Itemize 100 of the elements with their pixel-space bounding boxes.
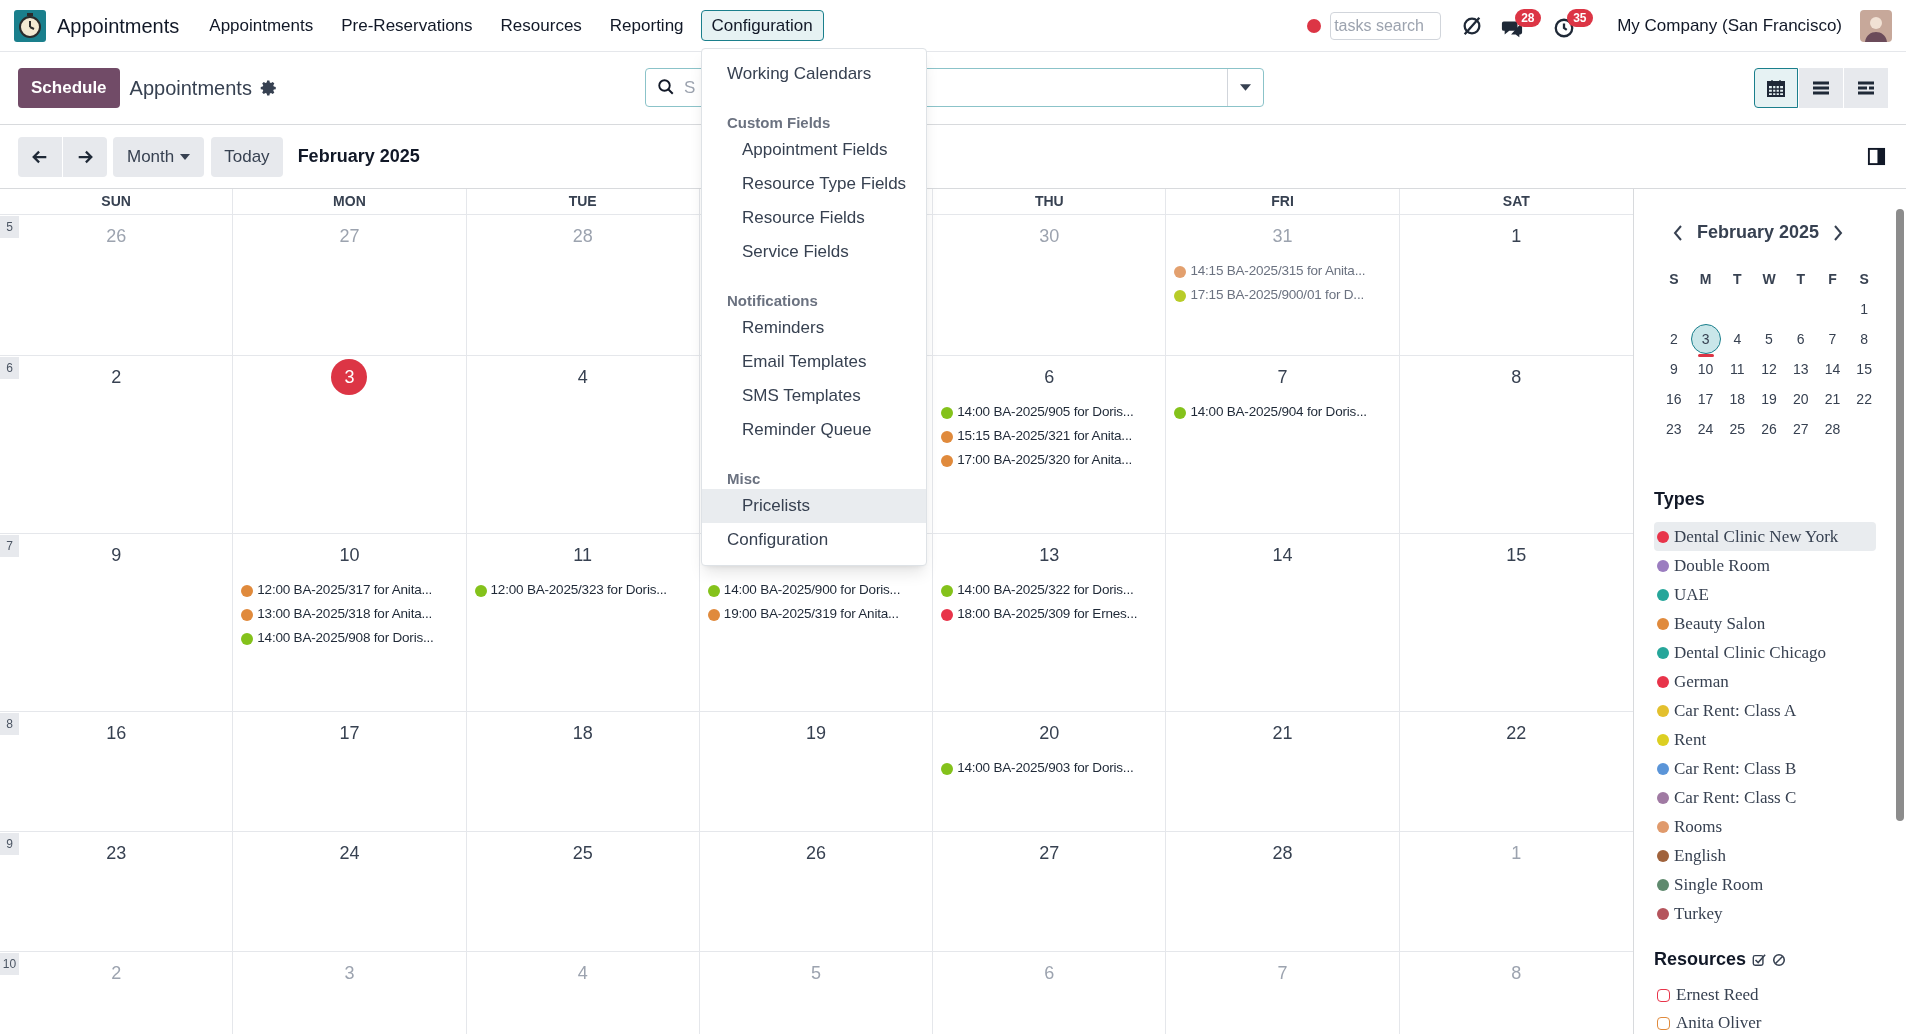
day-number[interactable]: 16 [106, 720, 127, 750]
day-number[interactable]: 24 [339, 840, 360, 870]
mini-calendar-day[interactable]: 3 [1690, 324, 1721, 354]
resource-filter[interactable]: Anita Oliver [1654, 1009, 1886, 1034]
day-number[interactable]: 28 [1272, 840, 1293, 870]
calendar-view-button[interactable] [1754, 68, 1798, 108]
month-dropdown[interactable]: Month [113, 136, 205, 177]
type-filter[interactable]: UAE [1654, 580, 1876, 609]
day-number[interactable]: 23 [106, 840, 127, 870]
mini-calendar-day[interactable]: 13 [1792, 358, 1809, 380]
mini-calendar-day[interactable]: 25 [1729, 418, 1746, 440]
clear-icon[interactable] [1772, 952, 1787, 967]
mini-calendar-day[interactable]: 12 [1761, 358, 1777, 380]
event-title[interactable]: 14:00 BA-2025/905 for Doris... [957, 402, 1134, 423]
day-number[interactable]: 6 [1044, 364, 1055, 394]
event-title[interactable]: 12:00 BA-2025/317 for Anita... [257, 580, 433, 601]
day-number[interactable]: 9 [111, 542, 122, 572]
today-button[interactable]: Today [211, 136, 283, 177]
avatar[interactable] [1860, 9, 1892, 42]
menu-item[interactable]: SMS Templates [702, 379, 926, 413]
checkbox[interactable] [1657, 988, 1670, 1002]
mini-calendar-day[interactable]: 21 [1824, 388, 1841, 410]
mini-calendar-day[interactable]: 2 [1669, 328, 1678, 350]
company-switcher[interactable]: My Company (San Francisco) [1617, 12, 1842, 39]
scrollbar[interactable] [1896, 209, 1904, 821]
day-number[interactable]: 4 [577, 364, 588, 394]
mini-calendar-day[interactable]: 1 [1860, 298, 1869, 320]
type-filter[interactable]: Dental Clinic Chicago [1654, 638, 1876, 667]
menu-item[interactable]: Pricelists [702, 489, 926, 523]
menu-item[interactable]: Reminder Queue [702, 413, 926, 447]
day-number[interactable]: 15 [1506, 542, 1527, 572]
checkbox[interactable] [1657, 1016, 1670, 1030]
menu-item[interactable]: Appointment Fields [702, 133, 926, 167]
event-title[interactable]: 17:15 BA-2025/900/01 for D... [1190, 285, 1364, 306]
mini-calendar-day[interactable]: 23 [1666, 418, 1682, 440]
type-filter[interactable]: Turkey [1654, 899, 1876, 928]
menu-item[interactable]: Resource Type Fields [702, 167, 926, 201]
mini-calendar-day[interactable]: 11 [1730, 358, 1745, 380]
type-filter[interactable]: Rooms [1654, 812, 1876, 841]
resource-filter[interactable]: Ernest Reed [1654, 981, 1886, 1009]
menu-item[interactable]: Resources [489, 10, 593, 41]
list-view-button[interactable] [1799, 68, 1843, 108]
event-title[interactable]: 13:00 BA-2025/318 for Anita... [257, 604, 433, 625]
mini-calendar-day[interactable]: 16 [1666, 388, 1682, 410]
menu-item[interactable]: Resource Fields [702, 201, 926, 235]
mini-calendar-day[interactable]: 22 [1856, 388, 1872, 410]
mini-calendar-day[interactable]: 4 [1733, 328, 1742, 350]
type-filter[interactable]: Dental Clinic New York [1654, 522, 1876, 551]
event-title[interactable]: 19:00 BA-2025/319 for Anita... [723, 604, 899, 625]
menu-item[interactable]: Service Fields [702, 235, 926, 269]
mini-calendar-day[interactable]: 6 [1796, 328, 1805, 350]
menu-item[interactable]: Appointments [198, 10, 325, 41]
mini-calendar-day[interactable]: 26 [1761, 418, 1777, 440]
type-filter[interactable]: Car Rent: Class C [1654, 783, 1876, 812]
schedule-button[interactable]: Schedule [18, 68, 120, 108]
day-number[interactable]: 25 [572, 840, 593, 870]
record-dot-icon[interactable] [1306, 17, 1323, 34]
settings-icon[interactable] [259, 79, 278, 97]
mini-calendar-day[interactable]: 17 [1697, 388, 1714, 410]
mini-calendar-day[interactable]: 9 [1669, 358, 1678, 380]
day-number[interactable]: 27 [1039, 840, 1060, 870]
day-number[interactable]: 21 [1272, 720, 1293, 750]
event-title[interactable]: 15:15 BA-2025/321 for Anita... [957, 426, 1133, 447]
event-title[interactable]: 14:00 BA-2025/322 for Doris... [957, 580, 1134, 601]
mini-calendar-day[interactable]: 18 [1729, 388, 1746, 410]
menu-item[interactable]: Email Templates [702, 345, 926, 379]
mini-calendar-day[interactable]: 5 [1765, 328, 1773, 350]
type-filter[interactable]: Double Room [1654, 551, 1876, 580]
day-number[interactable]: 2 [111, 364, 122, 394]
previous-button[interactable] [18, 136, 62, 177]
event-title[interactable]: 17:00 BA-2025/320 for Anita... [957, 450, 1133, 471]
day-number[interactable]: 13 [1039, 542, 1060, 572]
menu-item[interactable]: Configuration [700, 10, 824, 41]
next-month-icon[interactable] [1833, 224, 1844, 241]
day-number[interactable]: 8 [1511, 364, 1522, 394]
gantt-view-button[interactable] [1844, 68, 1888, 108]
type-filter[interactable]: German [1654, 667, 1876, 696]
mini-calendar-day[interactable]: 14 [1824, 358, 1841, 380]
day-number[interactable]: 14 [1272, 542, 1293, 572]
mini-calendar-day[interactable]: 20 [1792, 388, 1809, 410]
app-logo-icon[interactable] [14, 9, 46, 42]
event-title[interactable]: 14:15 BA-2025/315 for Anita... [1190, 261, 1366, 282]
event-title[interactable]: 12:00 BA-2025/323 for Doris... [490, 580, 667, 601]
day-number[interactable]: 1 [1511, 223, 1522, 253]
mini-calendar-day[interactable]: 28 [1824, 418, 1841, 440]
day-number[interactable]: 22 [1506, 720, 1527, 750]
type-filter[interactable]: English [1654, 841, 1876, 870]
event-title[interactable]: 14:00 BA-2025/903 for Doris... [957, 758, 1134, 779]
type-filter[interactable]: Car Rent: Class A [1654, 696, 1876, 725]
search-field[interactable]: tasks search [1330, 11, 1442, 40]
day-number[interactable]: 18 [572, 720, 593, 750]
menu-item[interactable]: Pre-Reservations [330, 10, 484, 41]
type-filter[interactable]: Car Rent: Class B [1654, 754, 1876, 783]
event-title[interactable]: 14:00 BA-2025/904 for Doris... [1190, 402, 1367, 423]
day-number[interactable]: 20 [1039, 720, 1060, 750]
caret-icon[interactable] [1240, 84, 1251, 91]
day-number[interactable]: 17 [339, 720, 360, 750]
mini-calendar-day[interactable]: 15 [1856, 358, 1872, 380]
previous-month-icon[interactable] [1672, 224, 1683, 241]
mini-calendar-day[interactable]: 10 [1697, 358, 1714, 380]
